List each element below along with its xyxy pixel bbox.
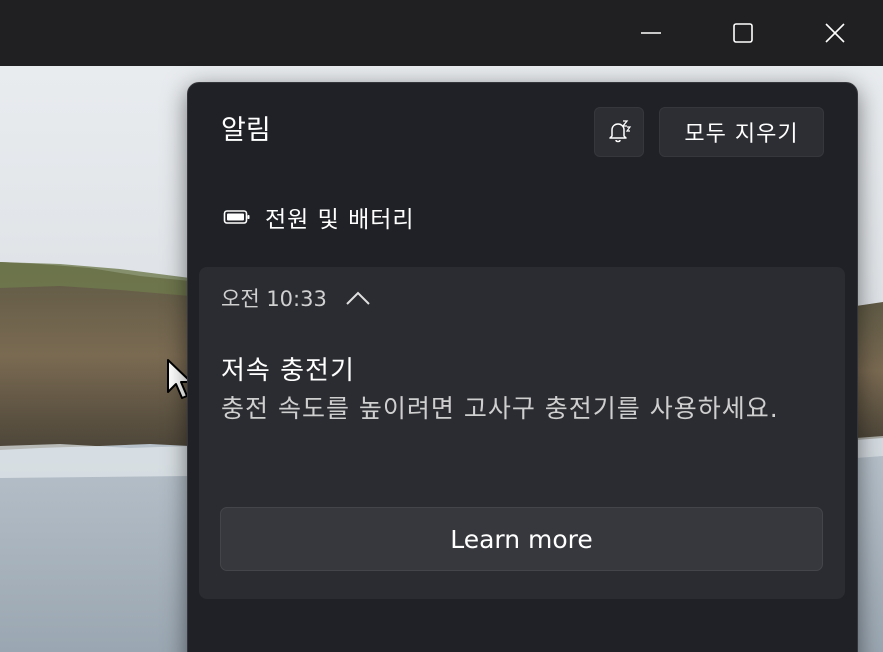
notification-card[interactable]: 오전 10:33 저속 충전기 충전 속도를 높이려면 고사구 충전기를 사용하… — [199, 267, 845, 599]
battery-icon — [223, 210, 250, 224]
maximize-button[interactable] — [697, 0, 789, 66]
notification-title: 저속 충전기 — [221, 356, 355, 386]
do-not-disturb-button[interactable] — [594, 107, 644, 157]
learn-more-button[interactable]: Learn more — [220, 507, 823, 571]
notification-time: 오전 10:33 — [221, 287, 327, 311]
close-icon — [825, 23, 845, 43]
chevron-up-icon[interactable] — [345, 290, 371, 306]
notification-body: 충전 속도를 높이려면 고사구 충전기를 사용하세요. — [221, 394, 779, 423]
minimize-icon — [641, 32, 661, 34]
panel-title: 알림 — [221, 115, 271, 146]
clear-all-button[interactable]: 모두 지우기 — [659, 107, 824, 157]
close-button[interactable] — [789, 0, 881, 66]
app-group-name: 전원 및 배터리 — [265, 207, 415, 233]
app-group-header[interactable]: 전원 및 배터리 — [223, 199, 415, 235]
screen: 알림 모두 지우기 전원 및 배터리 오전 10:33 저속 충전기 충전 속도… — [0, 0, 883, 652]
window-titlebar — [0, 0, 883, 66]
notification-header[interactable]: 오전 10:33 — [221, 281, 371, 315]
notification-center-panel: 알림 모두 지우기 전원 및 배터리 오전 10:33 저속 충전기 충전 속도… — [187, 82, 858, 652]
minimize-button[interactable] — [605, 0, 697, 66]
bell-snooze-icon — [609, 120, 632, 143]
maximize-icon — [733, 23, 753, 43]
